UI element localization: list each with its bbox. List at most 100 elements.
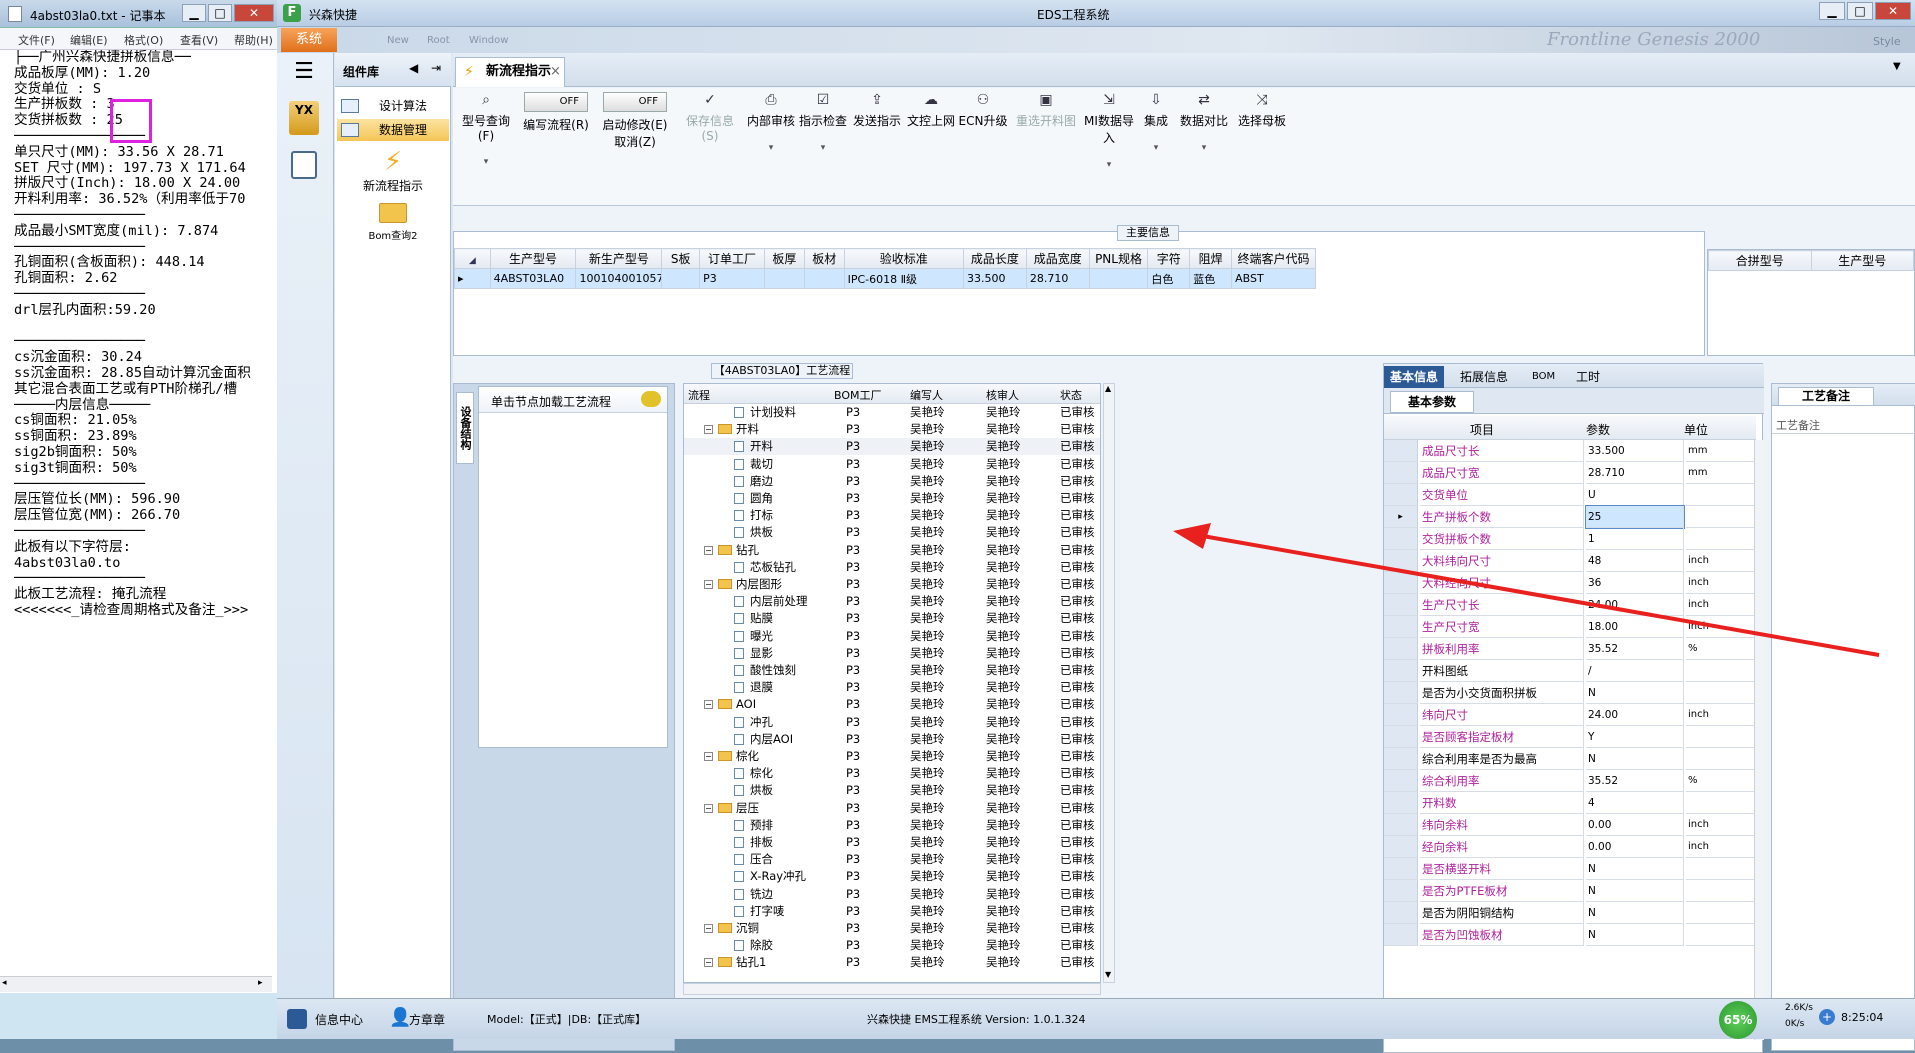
flow-tree-row[interactable]: 预排 P3 吴艳玲 吴艳玲 已审核 — [684, 817, 1100, 834]
main-info-col-header[interactable]: 板材 — [803, 248, 845, 269]
main-info-col-header[interactable]: 字符 — [1147, 248, 1191, 269]
basic-param-row[interactable]: 是否为阴阳铜结构 N — [1384, 902, 1756, 924]
dropdown-arrow-icon[interactable]: ▾ — [797, 143, 849, 153]
main-info-col-header[interactable]: S板 — [661, 248, 701, 269]
flow-tree-row[interactable]: 裁切 P3 吴艳玲 吴艳玲 已审核 — [684, 456, 1100, 473]
tab-work-hours[interactable]: 工时 — [1570, 366, 1606, 388]
flow-tree-row[interactable]: 磨边 P3 吴艳玲 吴艳玲 已审核 — [684, 473, 1100, 490]
basic-param-value[interactable]: 35.52 — [1586, 770, 1684, 792]
flow-tree-row[interactable]: 开料 P3 吴艳玲 吴艳玲 已审核 — [684, 438, 1100, 456]
toolbar-button-3[interactable]: ✓ 保存信息(S) — [679, 92, 741, 182]
plus-circle-icon[interactable]: + — [1819, 1009, 1835, 1025]
basic-param-value[interactable]: / — [1586, 660, 1684, 682]
tab-basic-params[interactable]: 基本参数 — [1390, 391, 1474, 413]
flow-tree-row[interactable]: X-Ray冲孔 P3 吴艳玲 吴艳玲 已审核 — [684, 868, 1100, 885]
basic-param-row[interactable]: 交货单位 U — [1384, 484, 1756, 506]
close-icon[interactable]: ✕ — [234, 4, 274, 22]
flow-tree-row[interactable]: − 层压 P3 吴艳玲 吴艳玲 已审核 — [684, 800, 1100, 817]
dropdown-arrow-icon[interactable]: ▾ — [455, 157, 517, 167]
flow-tree-row[interactable]: − 棕化 P3 吴艳玲 吴艳玲 已审核 — [684, 748, 1100, 765]
system-button[interactable]: 系统 — [281, 28, 337, 52]
maximize-icon[interactable]: □ — [1847, 2, 1873, 20]
dropdown-arrow-icon[interactable]: ▾ — [745, 143, 797, 153]
scroll-right-icon[interactable]: ▸ — [258, 978, 263, 988]
tabbar-dropdown-icon[interactable]: ▼ — [1893, 61, 1901, 72]
horizontal-scrollbar[interactable]: ◂ ▸ — [0, 976, 272, 992]
main-info-cell[interactable] — [803, 268, 845, 289]
toolbar-button-9[interactable]: ▣ 重选开料图 — [1011, 92, 1081, 182]
basic-param-value[interactable]: N — [1586, 880, 1684, 902]
main-info-cell[interactable] — [764, 268, 805, 289]
basic-param-row[interactable]: 是否为凹蚀板材 N — [1384, 924, 1756, 946]
basic-param-row[interactable]: 开料图纸 / — [1384, 660, 1756, 682]
main-info-col-header[interactable]: PNL规格 — [1088, 248, 1149, 269]
basic-param-row[interactable]: 是否为小交货面积拼板 N — [1384, 682, 1756, 704]
notepad-text-area[interactable]: ├──广州兴森快捷拼板信息── 成品板厚(MM): 1.20 交货单位 : S 生产拼… — [14, 50, 276, 970]
main-info-col-header[interactable]: 阻焊 — [1189, 248, 1233, 269]
pin-icon[interactable]: ⇥ — [431, 61, 441, 75]
main-info-col-header[interactable]: 成品长度 — [963, 248, 1027, 269]
basic-param-row[interactable]: 成品尺寸长 33.500 mm — [1384, 440, 1756, 462]
toolbar-button-6[interactable]: ⇪ 发送指示 — [849, 92, 905, 182]
tab-process-remark[interactable]: 工艺备注 — [1778, 387, 1874, 406]
main-info-cell[interactable]: IPC-6018 Ⅱ级 — [843, 268, 965, 289]
tab-basic-info[interactable]: 基本信息 — [1384, 366, 1445, 388]
minimize-icon[interactable]: ▁ — [1819, 2, 1845, 20]
flow-tree-row[interactable]: 内层前处理 P3 吴艳玲 吴艳玲 已审核 — [684, 593, 1100, 610]
main-info-col-header[interactable]: 生产型号 — [489, 248, 577, 269]
main-info-cell[interactable] — [661, 268, 701, 289]
flow-vertical-scrollbar[interactable]: ▲ ▼ — [1103, 383, 1115, 983]
yx-tool-icon[interactable]: YX — [289, 101, 319, 135]
basic-param-value[interactable]: 28.710 — [1586, 462, 1684, 484]
basic-param-row[interactable]: 是否为PTFE板材 N — [1384, 880, 1756, 902]
main-info-col-header[interactable]: 验收标准 — [843, 248, 965, 269]
flow-tree-row[interactable]: 酸性蚀刻 P3 吴艳玲 吴艳玲 已审核 — [684, 662, 1100, 679]
toolbar-button-11[interactable]: ⇩ 集成 ▾ — [1137, 92, 1175, 182]
flow-tree-row[interactable]: 冲孔 P3 吴艳玲 吴艳玲 已审核 — [684, 714, 1100, 731]
scroll-left-icon[interactable]: ◂ — [2, 978, 7, 988]
col-item[interactable]: 项目 — [1470, 421, 1494, 438]
basic-param-value[interactable]: 4 — [1586, 792, 1684, 814]
toolbar-button-8[interactable]: ⚇ ECN升级 — [957, 92, 1009, 182]
info-center-label[interactable]: 信息中心 — [315, 1011, 363, 1028]
basic-param-row[interactable]: 开料数 4 — [1384, 792, 1756, 814]
eds-titlebar[interactable]: F 兴森快捷 EDS工程系统 ▁ □ ✕ — [277, 0, 1915, 27]
basic-param-value[interactable]: 0.00 — [1586, 836, 1684, 858]
flow-tree-row[interactable]: 贴膜 P3 吴艳玲 吴艳玲 已审核 — [684, 610, 1100, 627]
basic-param-row[interactable]: 纬向尺寸 24.00 inch — [1384, 704, 1756, 726]
equipment-structure-tab[interactable]: 设备结构 — [456, 392, 474, 464]
main-info-cell[interactable]: 蓝色 — [1189, 268, 1233, 289]
flow-tree-row[interactable]: 除胶 P3 吴艳玲 吴艳玲 已审核 — [684, 937, 1100, 954]
col-writer[interactable]: 编写人 — [910, 387, 943, 403]
flow-tree-row[interactable]: 圆角 P3 吴艳玲 吴艳玲 已审核 — [684, 490, 1100, 507]
scroll-down-icon[interactable]: ▼ — [1105, 970, 1111, 979]
toolbar-button-10[interactable]: ⇲ MI数据导入 ▾ — [1081, 92, 1137, 182]
col-flow[interactable]: 流程 — [688, 387, 710, 403]
main-info-cell[interactable]: 10010400105746 — [575, 268, 663, 289]
basic-param-row[interactable]: 综合利用率是否为最高 N — [1384, 748, 1756, 770]
flow-tree-row[interactable]: 烘板 P3 吴艳玲 吴艳玲 已审核 — [684, 782, 1100, 799]
dropdown-arrow-icon[interactable]: ▾ — [1175, 143, 1233, 153]
toolbar-button-4[interactable]: ⎙ 内部审核 ▾ — [745, 92, 797, 182]
flow-tree-row[interactable]: 曝光 P3 吴艳玲 吴艳玲 已审核 — [684, 628, 1100, 645]
tool-new-flow[interactable]: ⚡ 新流程指示 — [335, 147, 451, 197]
tab-close-icon[interactable]: × — [550, 58, 561, 86]
hamburger-menu-icon[interactable]: ☰ — [291, 61, 317, 83]
main-info-cell[interactable] — [1088, 268, 1149, 289]
minimize-icon[interactable]: ▁ — [182, 4, 206, 22]
basic-param-value[interactable]: 33.500 — [1586, 440, 1684, 462]
menu-help[interactable]: 帮助(H) — [234, 32, 273, 48]
main-info-col-header[interactable]: 成品宽度 — [1025, 248, 1090, 269]
collapse-minus-icon[interactable]: − — [704, 752, 713, 761]
menu-edit[interactable]: 编辑(E) — [70, 32, 108, 48]
flow-tree-row[interactable]: 压合 P3 吴艳玲 吴艳玲 已审核 — [684, 851, 1100, 868]
col-unit[interactable]: 单位 — [1684, 421, 1708, 438]
tool-bom-query[interactable]: Bom查询2 — [335, 203, 451, 249]
toggle-switch[interactable]: OFF — [524, 92, 588, 112]
flow-tree-row[interactable]: 排板 P3 吴艳玲 吴艳玲 已审核 — [684, 834, 1100, 851]
main-info-col-header[interactable]: 板厚 — [764, 248, 805, 269]
flow-tree-row[interactable]: − 开料 P3 吴艳玲 吴艳玲 已审核 — [684, 421, 1100, 438]
main-info-cell[interactable]: 28.710 — [1025, 268, 1090, 289]
nav-design-algorithm[interactable]: 设计算法 — [337, 95, 449, 117]
basic-param-value[interactable]: Y — [1586, 726, 1684, 748]
